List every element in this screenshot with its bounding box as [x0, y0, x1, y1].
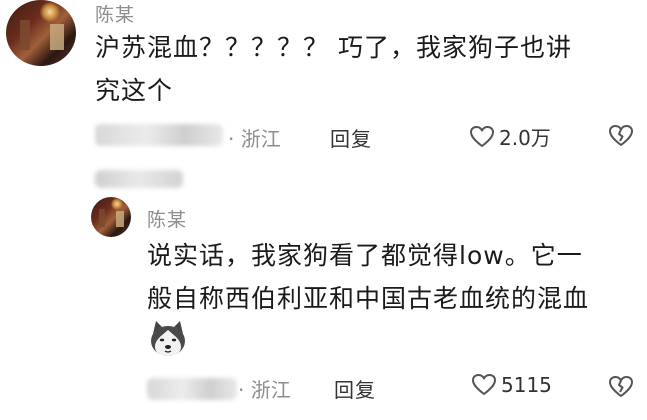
comment-line: 般自称西伯利亚和中国古老血统的混血 — [147, 284, 590, 313]
like-count: 5115 — [501, 373, 552, 397]
comment-line: 说实话，我家狗看了都觉得low。它一 — [147, 241, 583, 270]
broken-heart-icon[interactable] — [608, 124, 634, 148]
avatar[interactable] — [91, 197, 131, 237]
avatar[interactable] — [6, 0, 76, 66]
heart-outline-icon — [469, 125, 495, 149]
like-button[interactable]: 2.0万 — [469, 122, 551, 151]
like-button[interactable]: 5115 — [471, 373, 552, 397]
commenter-name[interactable]: 陈某 — [147, 205, 187, 232]
comment-line: 沪苏混血？？？？？ 巧了，我家狗子也讲 — [95, 33, 572, 62]
like-count: 2.0万 — [499, 126, 551, 150]
comment-text: 说实话，我家狗看了都觉得low。它一 般自称西伯利亚和中国古老血统的混血 — [147, 234, 642, 320]
comment-text: 沪苏混血？？？？？ 巧了，我家狗子也讲 究这个 — [95, 26, 640, 112]
heart-outline-icon — [471, 373, 497, 397]
husky-dog-emoji — [147, 318, 189, 360]
commenter-name[interactable]: 陈某 — [95, 0, 135, 27]
comment-date — [95, 124, 223, 146]
comment-location: · 浙江 — [238, 378, 291, 402]
reply-button[interactable]: 回复 — [330, 123, 372, 152]
comment-location: · 浙江 — [228, 127, 281, 151]
collapsed-replies-toggle[interactable] — [95, 170, 183, 188]
comment-line: 究这个 — [95, 76, 174, 105]
reply-button[interactable]: 回复 — [334, 374, 376, 403]
broken-heart-icon[interactable] — [608, 375, 634, 399]
comment-date — [147, 378, 237, 400]
